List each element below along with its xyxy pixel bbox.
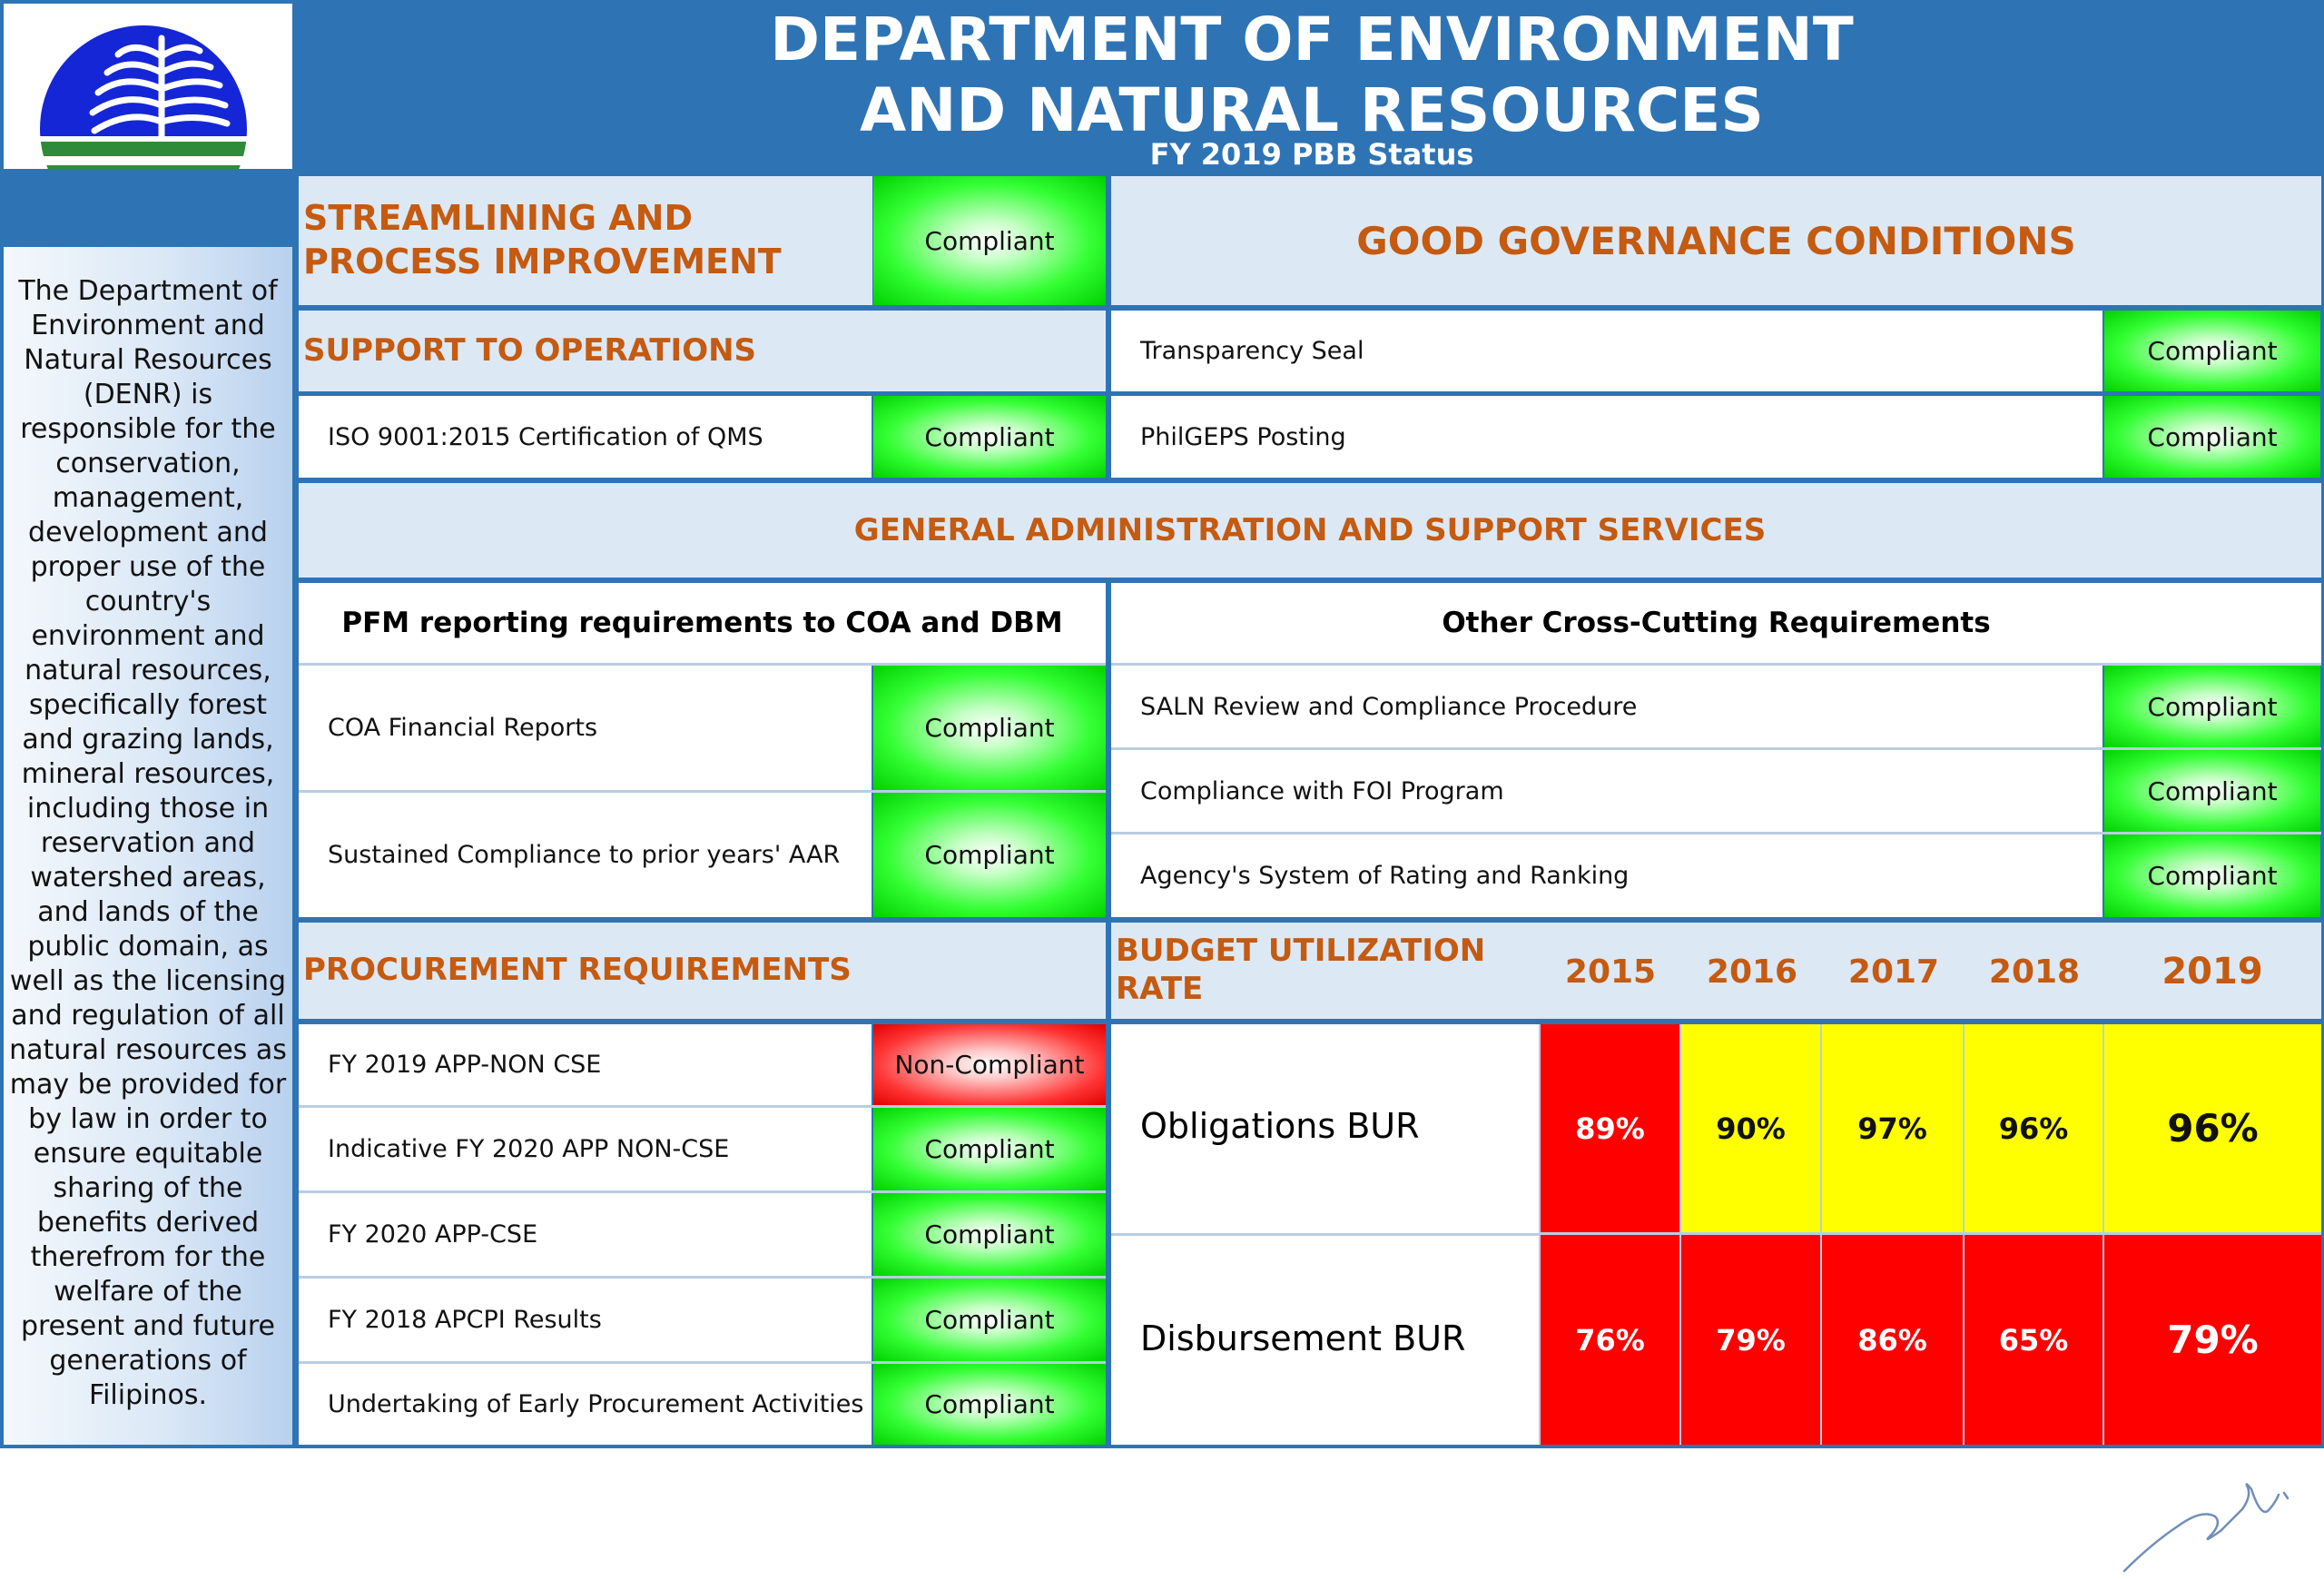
disbursement-bur-2015: 76% bbox=[1541, 1235, 1679, 1445]
procurement-item-label: FY 2018 APCPI Results bbox=[299, 1279, 872, 1361]
foi-status: Compliant bbox=[2104, 750, 2320, 832]
coa-reports-label: COA Financial Reports bbox=[299, 666, 872, 790]
obligations-bur-2018: 96% bbox=[1965, 1024, 2102, 1232]
obligations-bur-label: Obligations BUR bbox=[1140, 1106, 1420, 1146]
support-operations-title: SUPPORT TO OPERATIONS bbox=[303, 332, 757, 369]
philgeps-status: Compliant bbox=[2104, 396, 2320, 478]
obligations-bur-2019: 96% bbox=[2104, 1024, 2321, 1232]
procurement-item-status: Compliant bbox=[873, 1108, 1106, 1190]
rating-ranking-status: Compliant bbox=[2104, 834, 2320, 917]
procurement-item-label: FY 2020 APP-CSE bbox=[299, 1193, 872, 1276]
disbursement-bur-2016: 79% bbox=[1681, 1235, 1820, 1445]
pfm-title: PFM reporting requirements to COA and DB… bbox=[299, 583, 1106, 663]
procurement-item-status: Non-Compliant bbox=[873, 1024, 1106, 1105]
procurement-item-label: Indicative FY 2020 APP NON-CSE bbox=[299, 1108, 872, 1190]
procurement-item-status: Compliant bbox=[873, 1364, 1106, 1445]
transparency-seal-label: Transparency Seal bbox=[1111, 311, 2102, 391]
procurement-item-label: Undertaking of Early Procurement Activit… bbox=[299, 1364, 872, 1445]
budget-year-2015: 2015 bbox=[1564, 953, 1657, 991]
disbursement-bur-2018: 65% bbox=[1965, 1235, 2102, 1445]
good-governance-title: GOOD GOVERNANCE CONDITIONS bbox=[1111, 176, 2321, 305]
disbursement-bur-2019: 79% bbox=[2104, 1235, 2321, 1445]
transparency-seal-status: Compliant bbox=[2104, 311, 2320, 391]
page-title-line1: DEPARTMENT OF ENVIRONMENT bbox=[770, 4, 1854, 74]
philgeps-label: PhilGEPS Posting bbox=[1111, 396, 2102, 478]
general-admin-title: GENERAL ADMINISTRATION AND SUPPORT SERVI… bbox=[299, 483, 2321, 578]
obligations-bur-2015: 89% bbox=[1541, 1024, 1679, 1232]
procurement-title: PROCUREMENT REQUIREMENTS bbox=[303, 952, 852, 988]
page-title-line2: AND NATURAL RESOURCES bbox=[860, 74, 1764, 145]
coa-reports-status: Compliant bbox=[873, 666, 1106, 790]
budget-year-2016: 2016 bbox=[1706, 953, 1798, 991]
aar-compliance-status: Compliant bbox=[873, 793, 1106, 917]
obligations-bur-2017: 97% bbox=[1822, 1024, 1963, 1232]
procurement-item-status: Compliant bbox=[873, 1279, 1106, 1361]
iso-certification-status: Compliant bbox=[873, 396, 1106, 478]
aar-compliance-label: Sustained Compliance to prior years' AAR bbox=[299, 793, 872, 917]
streamlining-title: STREAMLINING AND PROCESS IMPROVEMENT bbox=[303, 198, 782, 281]
foi-label: Compliance with FOI Program bbox=[1111, 750, 2102, 832]
saln-status: Compliant bbox=[2104, 666, 2320, 747]
budget-year-2018: 2018 bbox=[1988, 953, 2081, 991]
disbursement-bur-2017: 86% bbox=[1822, 1235, 1963, 1445]
rating-ranking-label: Agency's System of Rating and Ranking bbox=[1111, 834, 2102, 917]
saln-label: SALN Review and Compliance Procedure bbox=[1111, 666, 2102, 747]
disbursement-bur-label: Disbursement BUR bbox=[1140, 1318, 1466, 1358]
streamlining-status: Compliant bbox=[873, 176, 1106, 305]
cross-cutting-title: Other Cross-Cutting Requirements bbox=[1111, 583, 2321, 663]
obligations-bur-2016: 90% bbox=[1681, 1024, 1820, 1232]
signature bbox=[2122, 1483, 2290, 1573]
budget-year-2019: 2019 bbox=[2162, 951, 2263, 992]
budget-title: BUDGET UTILIZATION RATE bbox=[1116, 933, 1486, 1007]
divider bbox=[1111, 1233, 1539, 1236]
sidebar-description: The Department of Environment and Natura… bbox=[9, 275, 287, 1411]
budget-year-2017: 2017 bbox=[1847, 953, 1940, 991]
procurement-item-label: FY 2019 APP-NON CSE bbox=[299, 1024, 872, 1105]
procurement-item-status: Compliant bbox=[873, 1193, 1106, 1276]
iso-certification-label: ISO 9001:2015 Certification of QMS bbox=[299, 396, 872, 478]
page-subtitle: FY 2019 PBB Status bbox=[1149, 137, 1474, 172]
